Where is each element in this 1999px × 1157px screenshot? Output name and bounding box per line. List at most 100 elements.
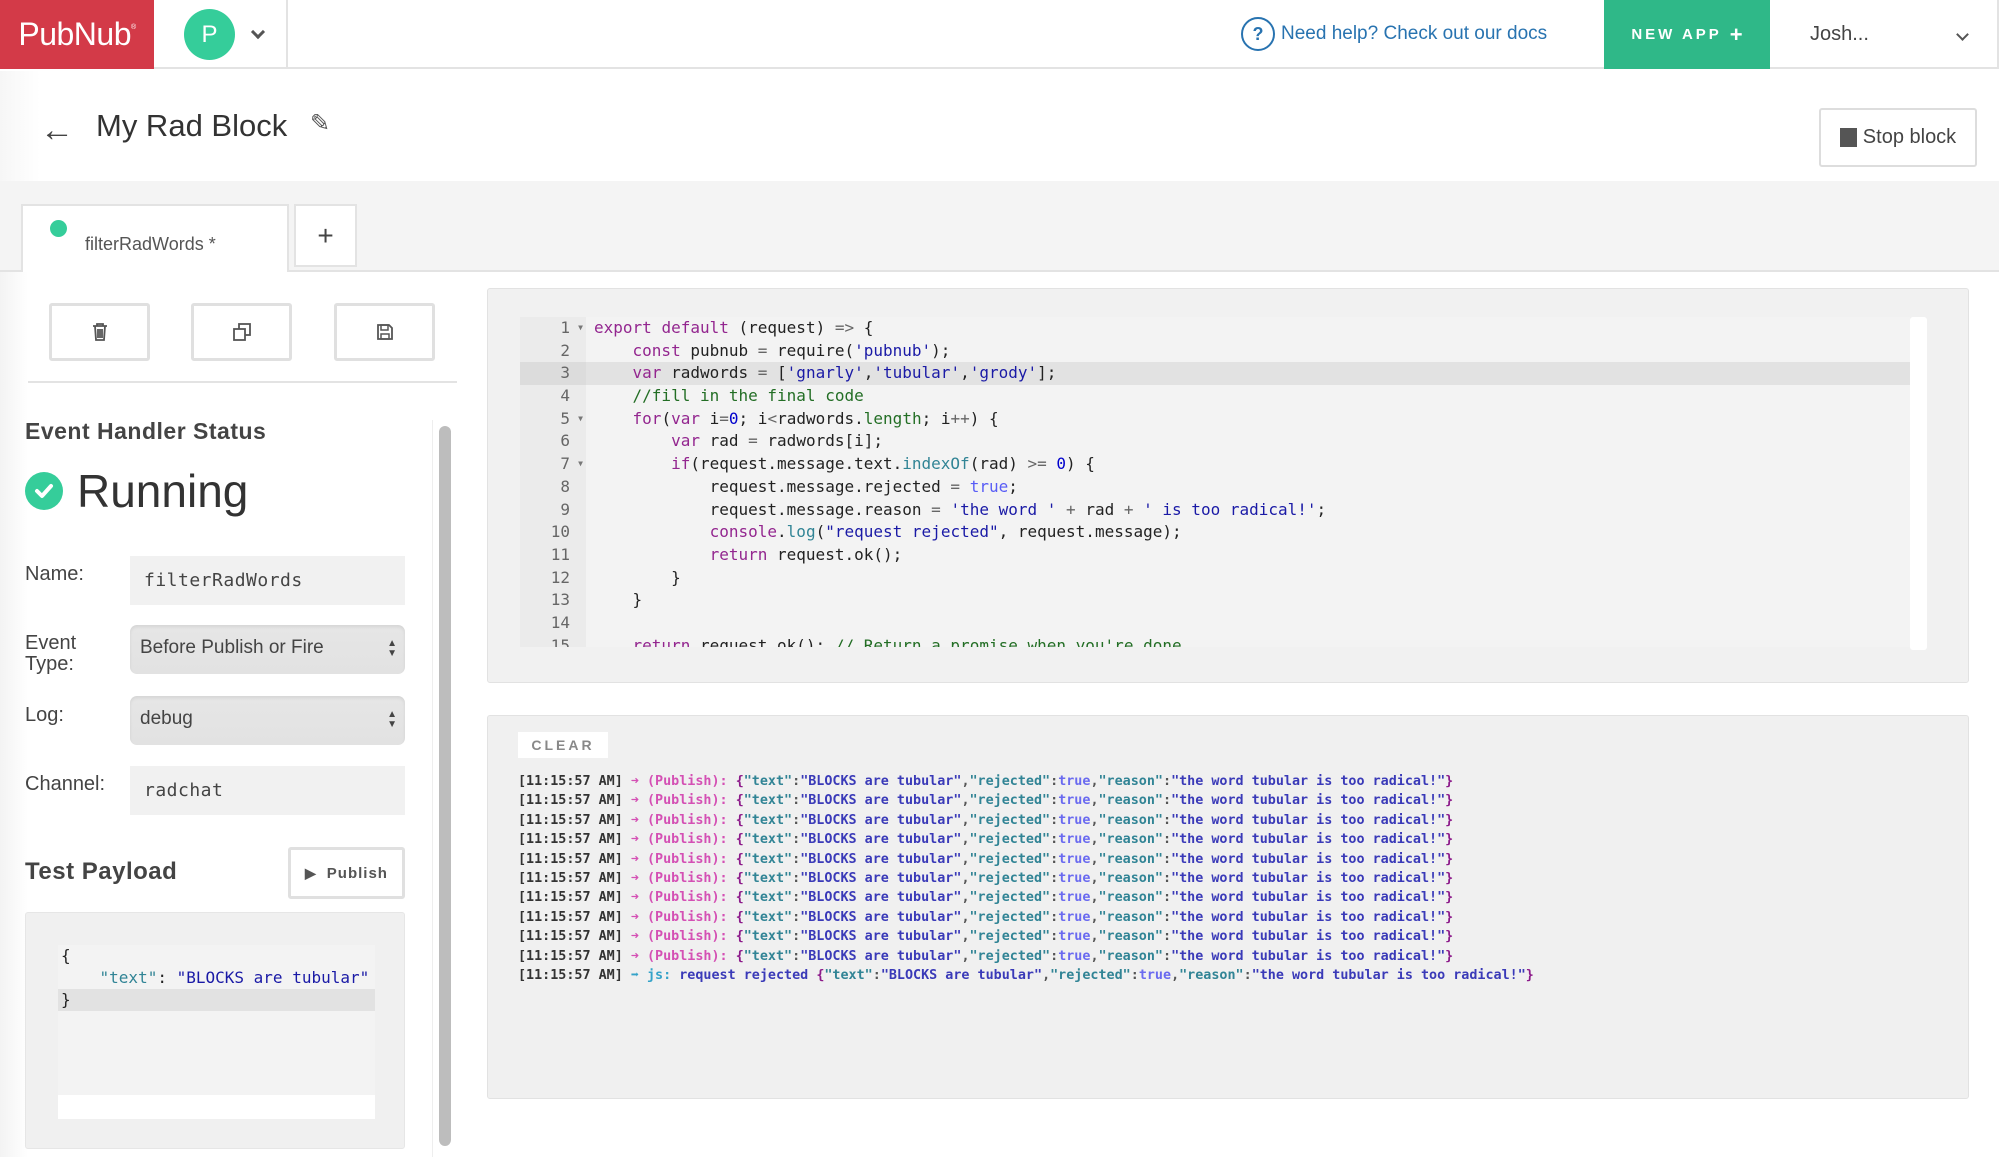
json-punct: : — [1050, 929, 1059, 945]
line-number: 8 — [520, 475, 586, 499]
user-menu[interactable]: Josh... — [1770, 0, 1999, 69]
json-value: "the word tubular is too radical!" — [1171, 832, 1446, 848]
fold-arrow-icon[interactable]: ▼ — [578, 317, 583, 340]
chevron-down-icon[interactable] — [1956, 28, 1969, 41]
line-number: 3 — [520, 362, 586, 386]
json-punct: : — [1050, 870, 1059, 886]
log-entry: [11:15:57 AM] ➜ (Publish): {"text":"BLOC… — [518, 830, 1534, 849]
json-key: "reason" — [1098, 890, 1164, 906]
log-timestamp: [11:15:57 AM] — [518, 909, 631, 925]
log-message: request rejected — [679, 967, 817, 983]
log-entry: [11:15:57 AM] ➜ (Publish): {"text":"BLOC… — [518, 791, 1534, 810]
publish-button[interactable]: ▶ Publish — [288, 847, 405, 899]
log-level-select[interactable]: debug ▲ ▼ — [130, 696, 405, 745]
line-number: 9 — [520, 498, 586, 522]
json-value: "the word tubular is too radical!" — [1171, 890, 1446, 906]
channel-label: Channel: — [25, 773, 106, 795]
event-type-select[interactable]: Before Publish or Fire ▲ ▼ — [130, 625, 405, 674]
fold-arrow-icon[interactable]: ▼ — [578, 453, 583, 476]
log-entry: [11:15:57 AM] ➜ (Publish): {"text":"BLOC… — [518, 927, 1534, 946]
save-button[interactable] — [334, 303, 435, 361]
json-value: "BLOCKS are tubular" — [800, 870, 962, 886]
json-punct: : — [792, 851, 801, 867]
json-brace: } — [1445, 774, 1454, 789]
duplicate-button[interactable] — [191, 303, 292, 361]
clear-console-button[interactable]: CLEAR — [518, 732, 608, 758]
check-circle-icon — [25, 472, 63, 510]
json-punct: : — [792, 832, 801, 848]
json-value: "the word tubular is too radical!" — [1171, 812, 1446, 828]
org-avatar[interactable]: P — [184, 9, 235, 60]
help-link[interactable]: ? Need help? Check out our docs — [1241, 17, 1547, 51]
code-text: var radwords = ['gnarly','tubular','grod… — [632, 363, 1057, 383]
log-in-icon: ➜ — [630, 909, 647, 925]
json-punct: , — [1090, 832, 1099, 848]
json-brace: { — [735, 948, 744, 964]
test-payload-title: Test Payload — [25, 858, 178, 885]
json-punct: , — [1090, 909, 1099, 925]
json-brace: } — [1445, 890, 1454, 906]
chevron-down-icon[interactable] — [250, 24, 266, 39]
line-number: 2 — [520, 339, 586, 363]
code-line: 11 return request.ok(); — [520, 543, 1910, 567]
code-line: 4 //fill in the final code — [520, 385, 1910, 408]
pubnub-logo[interactable]: PubNub ® — [0, 0, 154, 69]
logo-text: PubNub — [18, 16, 131, 52]
fold-arrow-icon[interactable]: ▼ — [578, 408, 583, 431]
json-brace: } — [1445, 793, 1454, 809]
json-punct: : — [1163, 929, 1172, 945]
json-key: "reason" — [1098, 793, 1164, 809]
back-arrow-icon[interactable]: ← — [40, 111, 74, 150]
help-link-text[interactable]: Need help? Check out our docs — [1281, 23, 1547, 45]
json-value: true — [1058, 909, 1091, 925]
json-value: "BLOCKS are tubular" — [800, 929, 962, 945]
json-punct: : — [1163, 793, 1172, 809]
name-input[interactable]: filterRadWords — [130, 556, 405, 605]
add-handler-button[interactable]: + — [294, 204, 357, 267]
log-source: (Publish): — [647, 832, 736, 848]
json-value: "the word tubular is too radical!" — [1171, 793, 1446, 809]
json-punct: : — [1163, 909, 1172, 925]
code-line: 7 ▼ if(request.message.text.indexOf(rad) … — [520, 453, 1910, 476]
log-timestamp: [11:15:57 AM] — [518, 967, 631, 983]
log-in-icon: ➜ — [630, 870, 647, 886]
test-payload-editor[interactable]: { "text": "BLOCKS are tubular" } — [58, 945, 375, 1119]
json-punct: : — [1050, 909, 1059, 925]
handler-settings-panel: Event Handler Status Running Name: filte… — [0, 272, 460, 1157]
event-type-value: Before Publish or Fire — [140, 637, 324, 658]
json-punct: : — [792, 909, 801, 925]
log-entry: [11:15:57 AM] ➜ (Publish): {"text":"BLOC… — [518, 850, 1534, 869]
json-brace: { — [735, 929, 744, 945]
log-source: (Publish): — [647, 890, 736, 906]
code-text: var rad = radwords[i]; — [671, 431, 884, 451]
org-switcher[interactable]: P — [154, 0, 288, 69]
tab-filterradwords[interactable]: filterRadWords * — [21, 204, 289, 274]
page-title: My Rad Block — [96, 108, 288, 143]
json-brace: } — [1445, 870, 1454, 886]
json-key: "reason" — [1098, 851, 1164, 867]
editor-vertical-scrollbar[interactable] — [1910, 317, 1927, 650]
code-editor[interactable]: 1 ▼ export default (request) => {2 const p… — [520, 317, 1910, 647]
json-punct: : — [1163, 812, 1172, 828]
log-in-icon: ➜ — [630, 832, 647, 848]
tab-label: filterRadWords * — [85, 234, 216, 254]
json-brace: } — [1445, 929, 1454, 945]
json-key: "text" — [743, 929, 793, 945]
delete-button[interactable] — [49, 303, 150, 361]
channel-input[interactable]: radchat — [130, 766, 405, 815]
code-text: if(request.message.text.indexOf(rad) >= … — [671, 454, 1095, 474]
panel-scrollbar[interactable] — [432, 420, 456, 1157]
json-key: "rejected" — [969, 890, 1051, 906]
json-punct: : — [792, 793, 801, 809]
json-value: "BLOCKS are tubular" — [800, 812, 962, 828]
log-entry: [11:15:57 AM] ➜ (Publish): {"text":"BLOC… — [518, 888, 1534, 907]
json-brace: { — [735, 774, 744, 789]
new-app-button[interactable]: NEW APP + — [1604, 0, 1770, 69]
edit-pencil-icon[interactable]: ✎ — [310, 109, 330, 138]
json-key: "reason" — [1098, 870, 1164, 886]
json-brace: } — [1445, 832, 1454, 848]
json-brace: { — [735, 870, 744, 886]
scrollbar-thumb[interactable] — [439, 426, 451, 1146]
stop-block-button[interactable]: Stop block — [1819, 108, 1977, 167]
json-punct: , — [1090, 812, 1099, 828]
